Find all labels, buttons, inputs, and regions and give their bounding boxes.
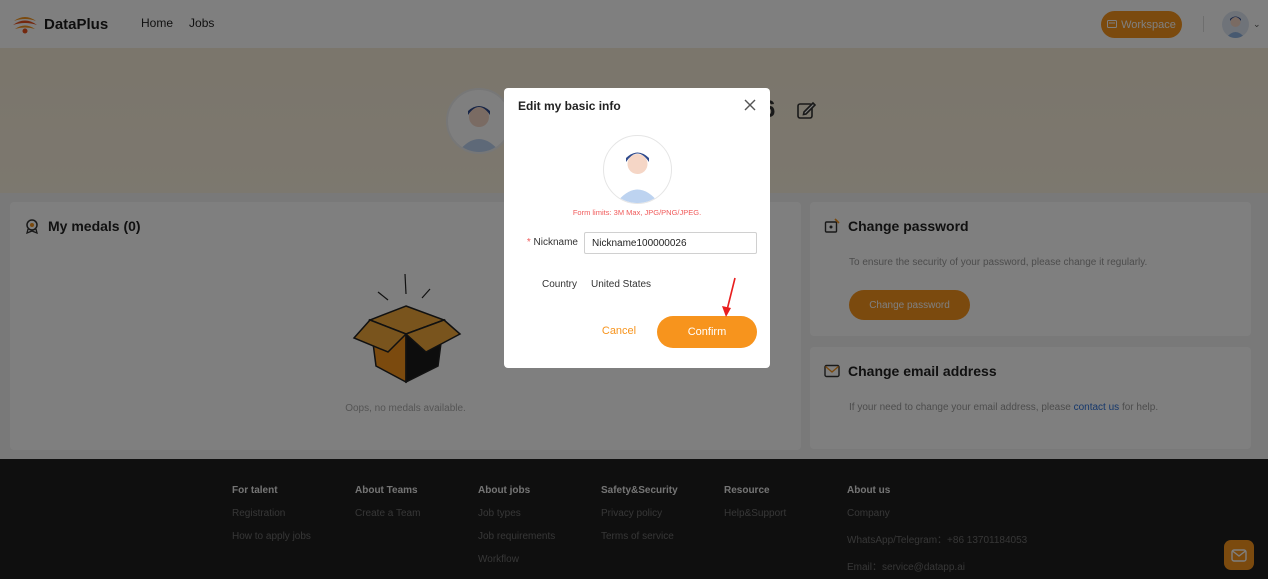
close-icon[interactable]	[742, 97, 758, 113]
country-value: United States	[591, 279, 652, 290]
form-limits-hint: Form limits: 3M Max, JPG/PNG/JPEG.	[572, 208, 702, 217]
dialog-title: Edit my basic info	[518, 99, 621, 113]
nickname-input[interactable]	[584, 232, 757, 254]
red-arrow-annotation-icon	[722, 277, 736, 317]
cancel-button[interactable]: Cancel	[594, 316, 644, 346]
confirm-button[interactable]: Confirm	[657, 316, 757, 348]
avatar-upload[interactable]	[603, 135, 672, 204]
country-label: Country	[541, 279, 577, 290]
required-mark: *	[526, 237, 531, 248]
nickname-label: * Nickname	[522, 237, 578, 248]
edit-basic-info-dialog: Edit my basic info Form limits: 3M Max, …	[504, 88, 770, 368]
avatar-upload-icon	[616, 152, 659, 203]
nickname-label-text: Nickname	[533, 237, 578, 248]
